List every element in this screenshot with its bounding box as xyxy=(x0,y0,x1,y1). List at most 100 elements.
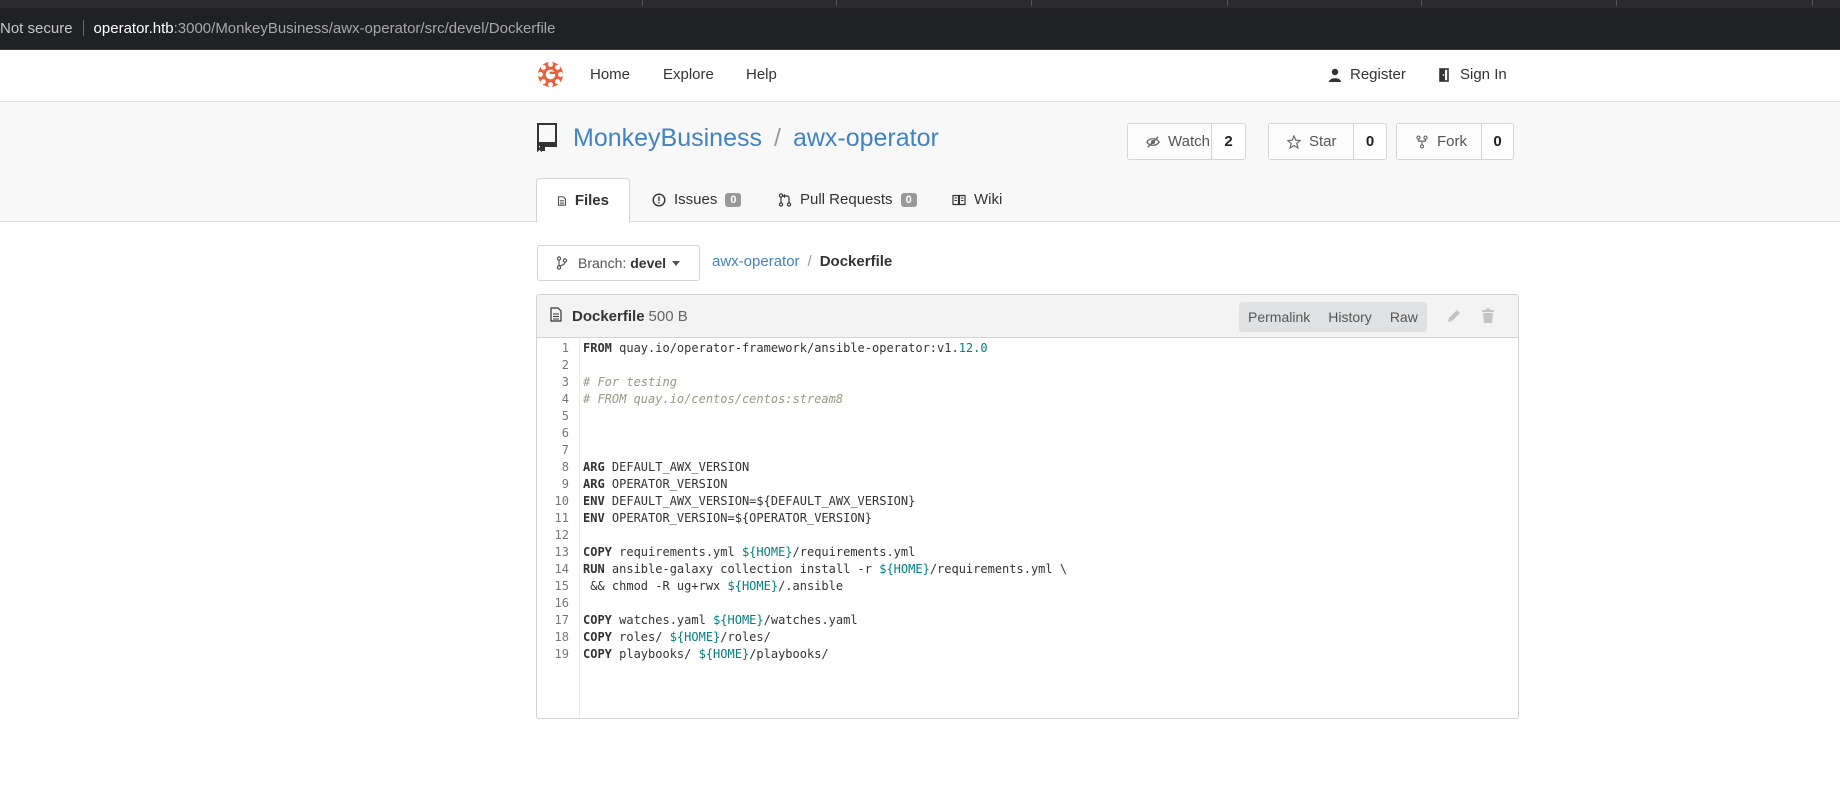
star-button-group: Star 0 xyxy=(1268,123,1387,160)
file-text-icon xyxy=(550,307,562,322)
issue-icon xyxy=(652,192,666,207)
code-line: 19 COPY playbooks/ ${HOME}/playbooks/ xyxy=(537,645,1518,662)
tab-files-label: Files xyxy=(574,192,609,209)
line-number[interactable]: 5 xyxy=(537,409,579,423)
repo-owner-link[interactable]: MonkeyBusiness xyxy=(573,124,762,153)
line-number[interactable]: 1 xyxy=(537,341,579,355)
address-bar[interactable]: Not secure operator.htb:3000/MonkeyBusin… xyxy=(0,16,555,40)
code-line: 16 xyxy=(537,594,1518,611)
line-number[interactable]: 16 xyxy=(537,596,579,610)
tab-separator xyxy=(1421,0,1422,6)
line-content: FROM quay.io/operator-framework/ansible-… xyxy=(579,341,988,355)
nav-explore-link[interactable]: Explore xyxy=(663,66,714,83)
code-text: DEFAULT_AWX_VERSION=${DEFAULT_AWX_VERSIO… xyxy=(604,493,916,508)
browser-tab-strip xyxy=(0,0,1840,8)
tab-separator xyxy=(642,0,643,6)
watch-button[interactable]: Watch xyxy=(1128,124,1212,159)
raw-button[interactable]: Raw xyxy=(1381,302,1427,332)
nav-help-link[interactable]: Help xyxy=(746,66,777,83)
issues-count-badge: 0 xyxy=(725,192,742,207)
code-keyword: RUN xyxy=(583,561,605,576)
repo-header xyxy=(0,102,1840,222)
code-line: 1 FROM quay.io/operator-framework/ansible… xyxy=(537,339,1518,356)
code-comment: # For testing xyxy=(583,374,677,389)
line-number[interactable]: 14 xyxy=(537,562,579,576)
code-text: OPERATOR_VERSION xyxy=(604,476,728,491)
tab-wiki[interactable]: Wiki xyxy=(952,178,1002,221)
code-keyword: ARG xyxy=(583,459,605,474)
code-line: 9 ARG OPERATOR_VERSION xyxy=(537,475,1518,492)
nav-home-link[interactable]: Home xyxy=(590,66,630,83)
code-variable: ${HOME} xyxy=(727,578,779,593)
code-line: 15 && chmod -R ug+rwx ${HOME}/.ansible xyxy=(537,577,1518,594)
code-text: roles/ xyxy=(611,629,670,644)
breadcrumb-separator: / xyxy=(807,253,812,270)
code-variable: ${HOME} xyxy=(698,646,750,661)
line-number[interactable]: 6 xyxy=(537,426,579,440)
sign-in-label: Sign In xyxy=(1460,66,1507,83)
book-open-icon xyxy=(952,194,966,205)
line-number[interactable]: 2 xyxy=(537,358,579,372)
breadcrumb-file: Dockerfile xyxy=(819,253,893,270)
tab-issues-label: Issues xyxy=(674,191,718,208)
url-host[interactable]: operator.htb xyxy=(94,20,174,37)
trash-icon[interactable] xyxy=(1481,308,1495,324)
sign-in-link[interactable]: Sign In xyxy=(1438,66,1507,83)
star-button[interactable]: Star xyxy=(1269,124,1354,159)
code-line: 12 xyxy=(537,526,1518,543)
code-keyword: COPY xyxy=(583,544,612,559)
tab-pull-requests[interactable]: Pull Requests 0 xyxy=(778,178,917,221)
pencil-icon[interactable] xyxy=(1446,308,1462,324)
code-text: && chmod -R ug+rwx xyxy=(583,578,728,593)
permalink-button[interactable]: Permalink xyxy=(1239,302,1319,332)
breadcrumb-repo-link[interactable]: awx-operator xyxy=(712,253,800,270)
line-number[interactable]: 19 xyxy=(537,647,579,661)
file-name-text: Dockerfile xyxy=(572,308,645,325)
fork-icon xyxy=(1416,134,1428,149)
line-number[interactable]: 4 xyxy=(537,392,579,406)
repo-title-slash: / xyxy=(773,124,781,152)
code-text-rest: /requirements.yml \ xyxy=(929,561,1068,576)
line-content: RUN ansible-galaxy collection install -r… xyxy=(579,562,1067,576)
fork-button[interactable]: Fork xyxy=(1397,124,1482,159)
code-variable: ${HOME} xyxy=(741,544,793,559)
line-number[interactable]: 10 xyxy=(537,494,579,508)
line-number[interactable]: 7 xyxy=(537,443,579,457)
gitea-logo-icon[interactable] xyxy=(537,61,564,88)
line-number[interactable]: 13 xyxy=(537,545,579,559)
line-content: COPY roles/ ${HOME}/roles/ xyxy=(579,630,771,644)
repo-title: MonkeyBusiness / awx-operator xyxy=(573,124,939,153)
code-line: 10 ENV DEFAULT_AWX_VERSION=${DEFAULT_AWX_… xyxy=(537,492,1518,509)
line-number[interactable]: 9 xyxy=(537,477,579,491)
code-keyword: COPY xyxy=(583,629,612,644)
star-count[interactable]: 0 xyxy=(1354,124,1386,159)
line-number[interactable]: 11 xyxy=(537,511,579,525)
line-number[interactable]: 8 xyxy=(537,460,579,474)
not-secure-indicator[interactable]: Not secure xyxy=(0,20,73,37)
url-path[interactable]: :3000/MonkeyBusiness/awx-operator/src/de… xyxy=(174,20,556,37)
branch-selector[interactable]: Branch: devel xyxy=(537,245,700,281)
register-link[interactable]: Register xyxy=(1328,66,1406,83)
watch-count[interactable]: 2 xyxy=(1212,124,1245,159)
line-content: # For testing xyxy=(579,375,677,389)
line-number[interactable]: 17 xyxy=(537,613,579,627)
line-number[interactable]: 3 xyxy=(537,375,579,389)
tab-files[interactable]: Files xyxy=(536,178,630,223)
history-button[interactable]: History xyxy=(1319,302,1381,332)
repo-name-link[interactable]: awx-operator xyxy=(793,124,939,153)
pulls-count-badge: 0 xyxy=(900,192,917,207)
code-text: OPERATOR_VERSION=${OPERATOR_VERSION} xyxy=(604,510,872,525)
line-content: COPY requirements.yml ${HOME}/requiremen… xyxy=(579,545,915,559)
branch-name: devel xyxy=(630,255,667,271)
code-comment: # FROM quay.io/centos/centos:stream8 xyxy=(583,391,844,406)
line-content: ENV OPERATOR_VERSION=${OPERATOR_VERSION} xyxy=(579,511,872,525)
line-number[interactable]: 15 xyxy=(537,579,579,593)
line-number[interactable]: 18 xyxy=(537,630,579,644)
code-line: 5 xyxy=(537,407,1518,424)
sign-in-icon xyxy=(1439,67,1449,82)
code-text: DEFAULT_AWX_VERSION xyxy=(604,459,750,474)
fork-count[interactable]: 0 xyxy=(1482,124,1513,159)
line-number[interactable]: 12 xyxy=(537,528,579,542)
line-content: ARG DEFAULT_AWX_VERSION xyxy=(579,460,749,474)
tab-issues[interactable]: Issues 0 xyxy=(652,178,742,221)
